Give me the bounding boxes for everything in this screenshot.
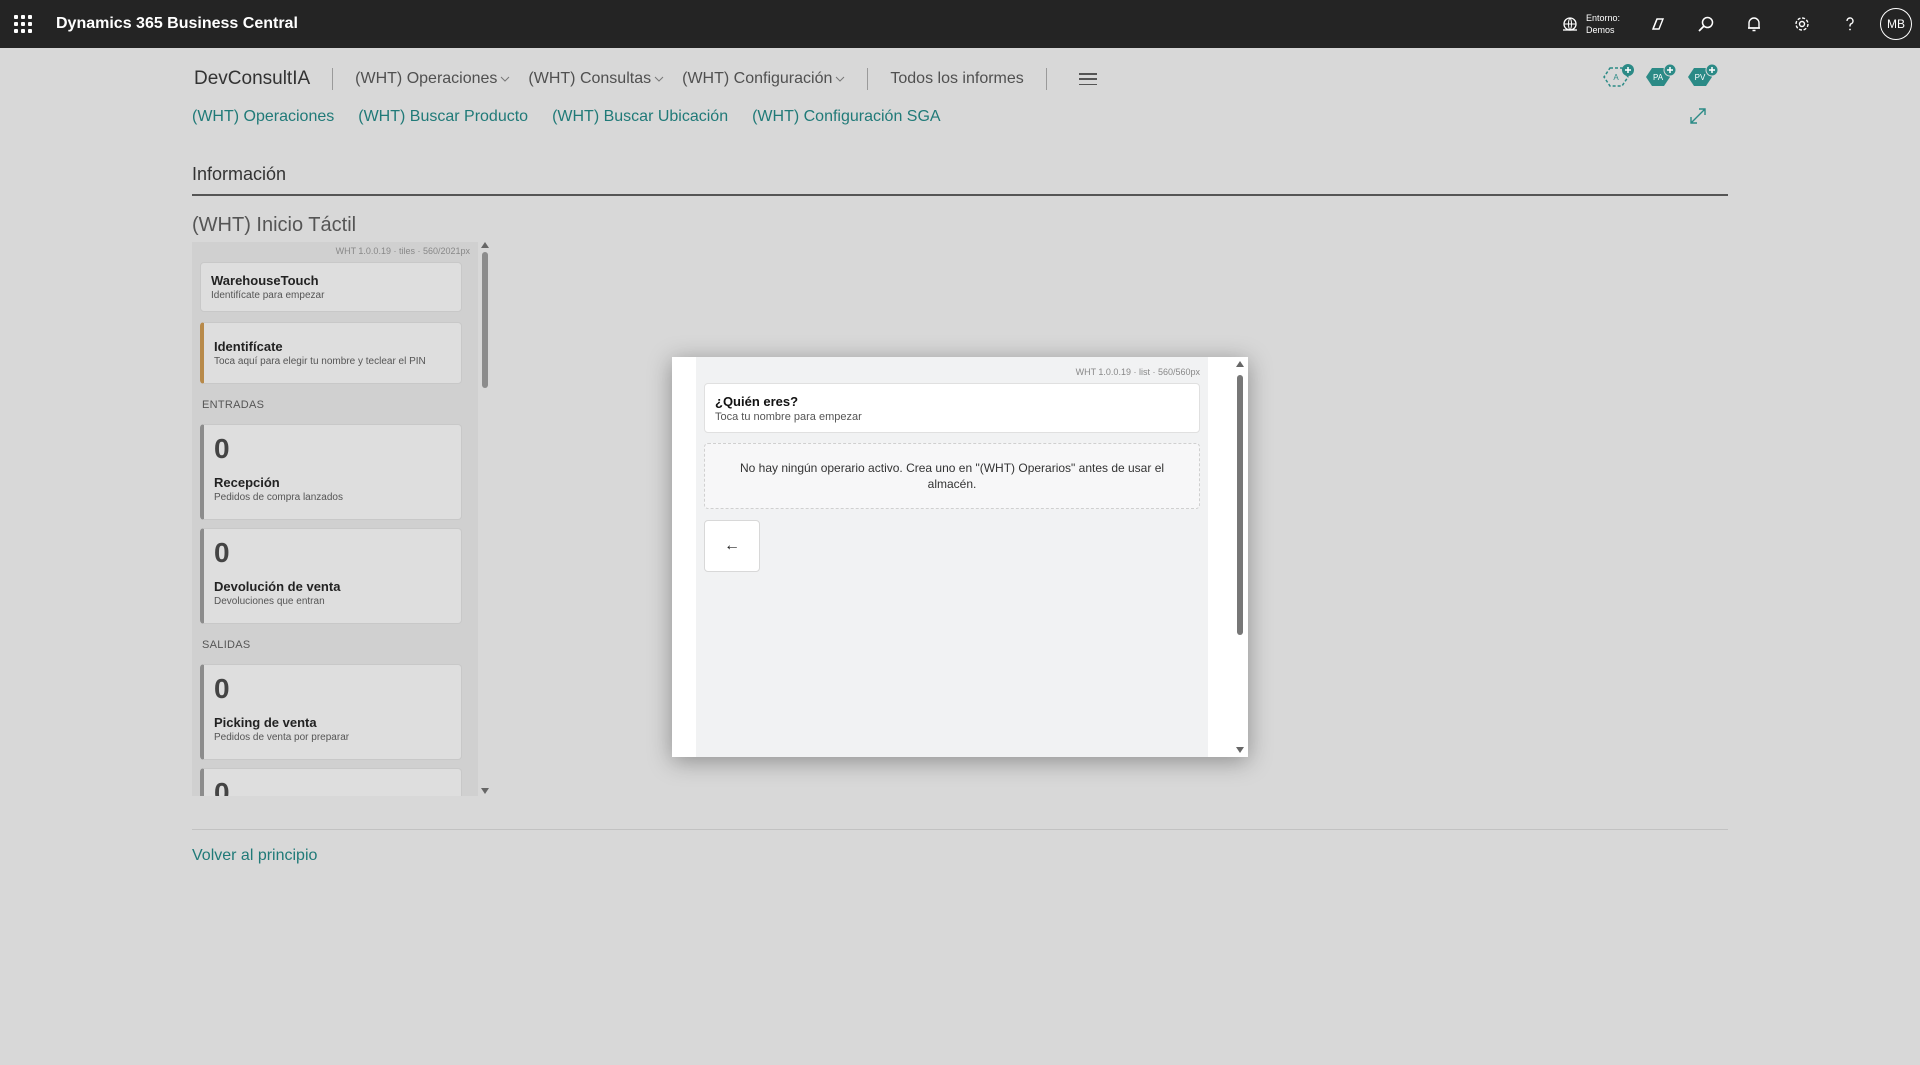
top-bar: Dynamics 365 Business Central Entorno: D…	[0, 0, 1920, 48]
link-operaciones[interactable]: (WHT) Operaciones	[192, 108, 334, 126]
search-icon[interactable]	[1682, 0, 1730, 48]
environment-label: Entorno:	[1585, 13, 1620, 23]
expand-icon[interactable]	[1688, 106, 1708, 126]
dialog-title: ¿Quién eres?	[715, 394, 799, 409]
waffle-icon[interactable]	[0, 0, 46, 48]
bottom-divider	[192, 829, 1728, 830]
environment-indicator[interactable]: Entorno: Demos	[1560, 12, 1620, 36]
app-title[interactable]: Dynamics 365 Business Central	[56, 15, 298, 33]
nav-menu-consultas[interactable]: (WHT) Consultas	[528, 70, 664, 88]
bell-icon[interactable]	[1730, 0, 1778, 48]
company-name[interactable]: DevConsultIA	[194, 68, 310, 90]
badge-pv-icon[interactable]: PV	[1684, 62, 1720, 92]
app-badges: A PA PV	[1600, 62, 1726, 92]
dialog-content: WHT 1.0.0.19 · list · 560/560px ¿Quién e…	[696, 357, 1208, 757]
tile-title: Devolución de venta	[214, 579, 341, 594]
nav-divider	[1045, 68, 1047, 90]
nav-menu-label: (WHT) Consultas	[528, 70, 652, 87]
part-title[interactable]: (WHT) Inicio Táctil	[192, 214, 356, 237]
scroll-up-icon[interactable]	[1236, 361, 1244, 367]
nav-menu-label: (WHT) Configuración	[682, 70, 833, 87]
badge-a-icon[interactable]: A	[1600, 62, 1636, 92]
tile-subtitle: Devoluciones que entran	[214, 596, 325, 607]
section-title[interactable]: Información	[192, 164, 286, 185]
nav-all-reports[interactable]: Todos los informes	[890, 70, 1023, 88]
empty-operators-message: No hay ningún operario activo. Crea uno …	[704, 443, 1200, 509]
tiles-panel: WHT 1.0.0.19 · tiles · 560/2021px Wareho…	[192, 242, 478, 796]
scrollbar-thumb[interactable]	[482, 252, 488, 388]
dialog-subtitle: Toca tu nombre para empezar	[715, 411, 862, 423]
tile-recepcion[interactable]: 0 Recepción Pedidos de compra lanzados	[200, 424, 462, 520]
more-menu-icon[interactable]	[1078, 73, 1097, 85]
tile-title: Recepción	[214, 475, 280, 490]
tile-subtitle: Identifícate para empezar	[211, 290, 325, 301]
tile-count: 0	[214, 777, 230, 796]
role-center-nav: DevConsultIA (WHT) Operaciones (WHT) Con…	[194, 62, 1097, 96]
nav-menu-operaciones[interactable]: (WHT) Operaciones	[355, 70, 510, 88]
group-label-entradas: ENTRADAS	[202, 399, 265, 411]
tile-devolucion-venta[interactable]: 0 Devolución de venta Devoluciones que e…	[200, 528, 462, 624]
copilot-icon[interactable]	[1634, 0, 1682, 48]
dialog-scrollbar[interactable]	[1232, 357, 1248, 757]
tiles-version: WHT 1.0.0.19 · tiles · 560/2021px	[335, 246, 470, 256]
tile-partial[interactable]: 0	[200, 768, 462, 796]
nav-divider	[867, 68, 869, 90]
chevron-down-icon	[501, 76, 510, 82]
back-to-top-link[interactable]: Volver al principio	[192, 847, 317, 865]
tile-picking-venta[interactable]: 0 Picking de venta Pedidos de venta por …	[200, 664, 462, 760]
chevron-down-icon	[654, 76, 664, 82]
tile-subtitle: Toca aquí para elegir tu nombre y teclea…	[214, 356, 426, 367]
nav-menu-label: (WHT) Operaciones	[355, 70, 498, 87]
tile-title: WarehouseTouch	[211, 273, 319, 288]
tile-title: Picking de venta	[214, 715, 317, 730]
tile-count: 0	[214, 433, 230, 464]
scroll-up-icon[interactable]	[481, 242, 489, 248]
link-buscar-ubicacion[interactable]: (WHT) Buscar Ubicación	[552, 108, 728, 126]
header-tile[interactable]: WarehouseTouch Identifícate para empezar	[200, 262, 462, 312]
environment-value: Demos	[1585, 25, 1615, 35]
tiles-scrollbar[interactable]	[480, 240, 490, 796]
nav-divider	[332, 68, 334, 90]
gear-icon[interactable]	[1778, 0, 1826, 48]
section-divider	[192, 194, 1728, 196]
group-label-salidas: SALIDAS	[202, 639, 251, 651]
environment-icon	[1562, 17, 1577, 31]
who-are-you-dialog: WHT 1.0.0.19 · list · 560/560px ¿Quién e…	[672, 357, 1248, 757]
tile-count: 0	[214, 537, 230, 568]
badge-pa-label: PA	[1653, 73, 1664, 82]
badge-pv-label: PV	[1695, 73, 1706, 82]
help-icon[interactable]	[1826, 0, 1874, 48]
link-buscar-producto[interactable]: (WHT) Buscar Producto	[358, 108, 528, 126]
scrollbar-thumb[interactable]	[1237, 375, 1243, 635]
scroll-down-icon[interactable]	[481, 788, 489, 794]
tile-title: Identifícate	[214, 339, 283, 354]
action-links: (WHT) Operaciones (WHT) Buscar Producto …	[192, 108, 965, 126]
tile-subtitle: Pedidos de compra lanzados	[214, 492, 343, 503]
dialog-version: WHT 1.0.0.19 · list · 560/560px	[1075, 367, 1200, 377]
chevron-down-icon	[836, 76, 845, 82]
tile-subtitle: Pedidos de venta por preparar	[214, 732, 350, 743]
scroll-down-icon[interactable]	[1236, 747, 1244, 753]
nav-menu-configuracion[interactable]: (WHT) Configuración	[682, 70, 845, 88]
tile-count: 0	[214, 673, 230, 704]
back-button[interactable]: ←	[704, 520, 760, 572]
identify-tile[interactable]: Identifícate Toca aquí para elegir tu no…	[200, 322, 462, 384]
badge-a-label: A	[1613, 73, 1619, 82]
link-configuracion-sga[interactable]: (WHT) Configuración SGA	[752, 108, 941, 126]
who-card: ¿Quién eres? Toca tu nombre para empezar	[704, 383, 1200, 433]
user-avatar[interactable]: MB	[1880, 8, 1912, 40]
badge-pa-icon[interactable]: PA	[1642, 62, 1678, 92]
